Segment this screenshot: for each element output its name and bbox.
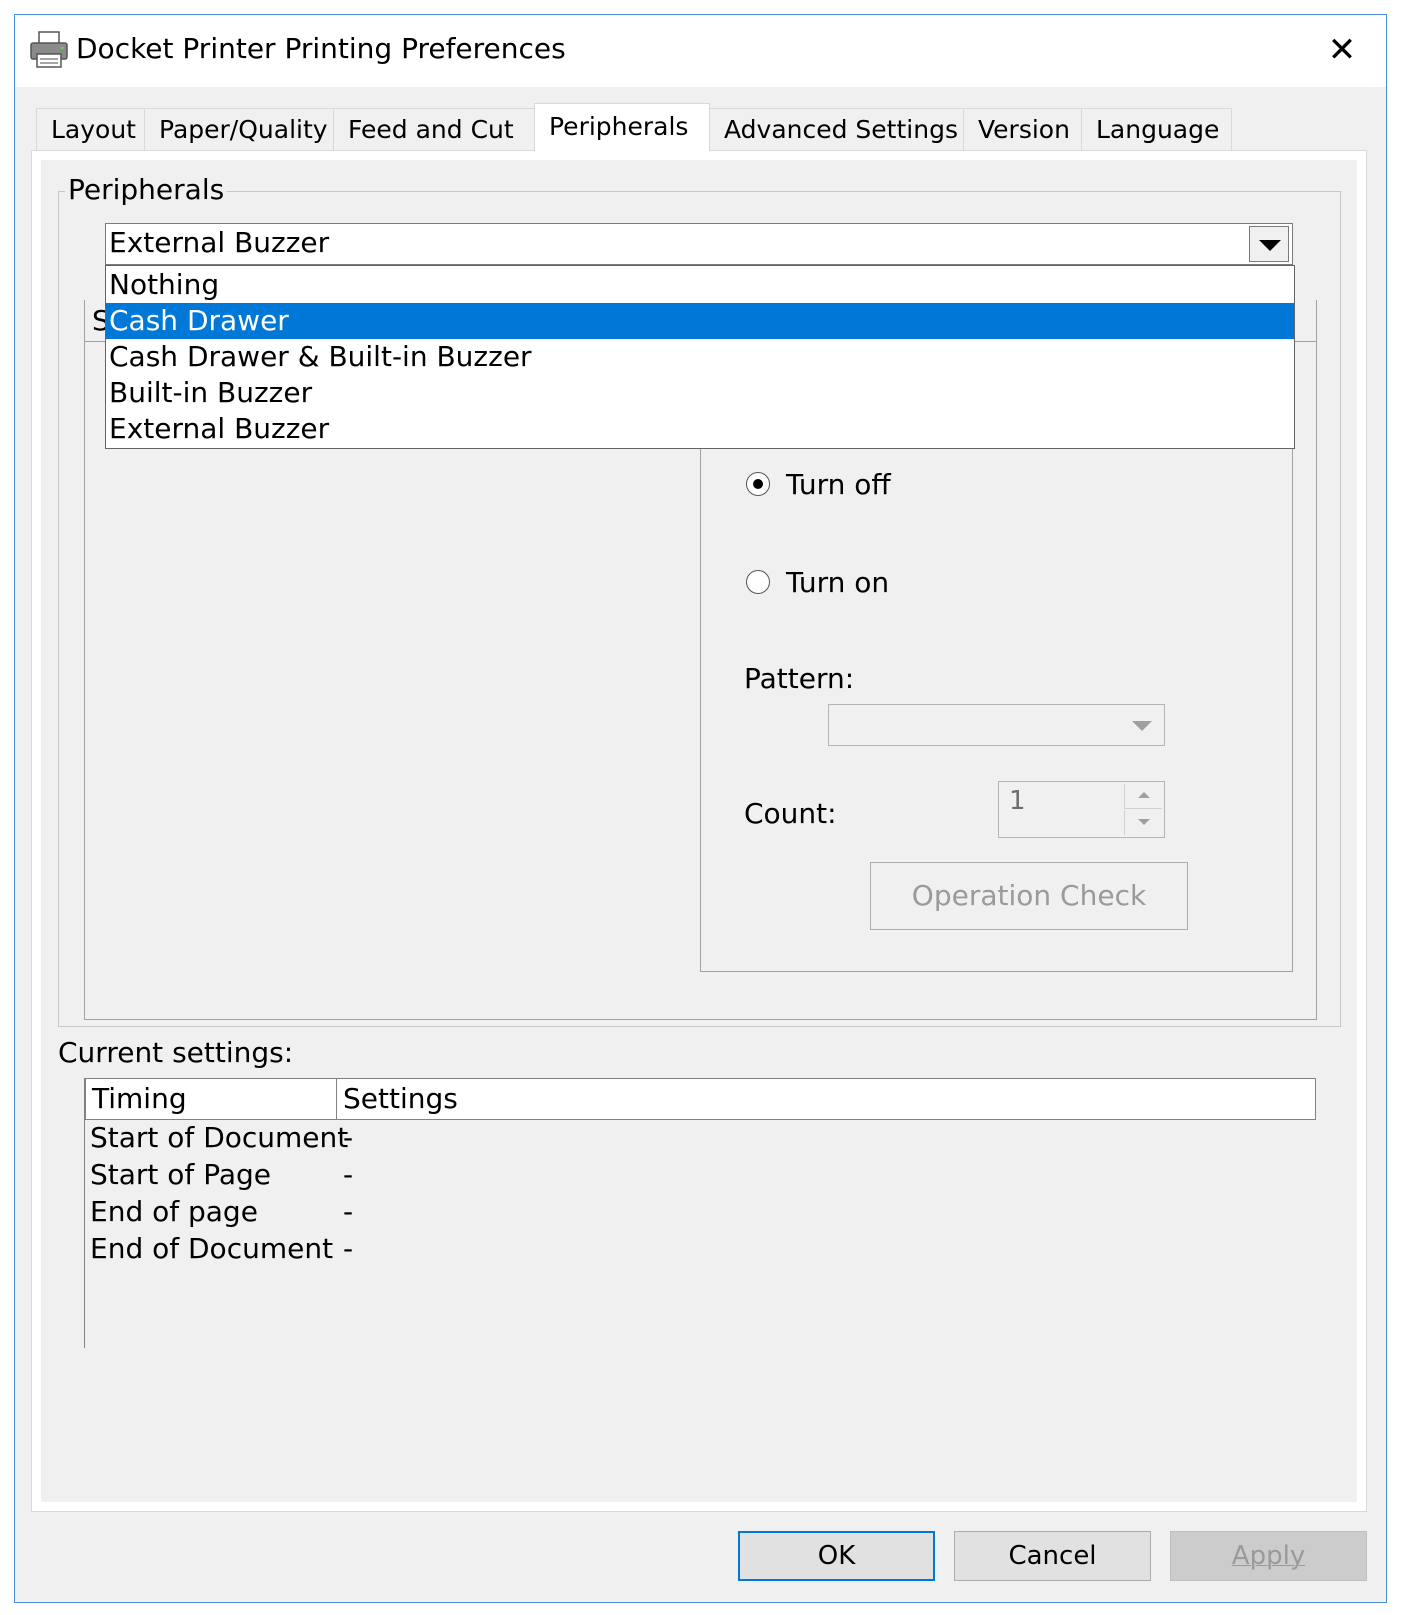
option-external-buzzer[interactable]: External Buzzer (106, 411, 1294, 447)
turn-on-label[interactable]: Turn on (786, 566, 889, 599)
column-header-timing[interactable]: Timing (92, 1082, 187, 1115)
tab-advanced-settings[interactable]: Advanced Settings (709, 108, 964, 150)
chevron-down-icon (1132, 721, 1152, 731)
pattern-select[interactable] (828, 704, 1165, 746)
peripheral-device-dropdown-button[interactable] (1249, 226, 1289, 262)
turn-off-radio[interactable] (746, 472, 770, 496)
apply-button[interactable]: Apply (1170, 1531, 1367, 1581)
table-row-timing: Start of Page (90, 1158, 271, 1191)
table-row-setting: - (343, 1121, 354, 1154)
tab-paper-quality[interactable]: Paper/Quality (144, 108, 334, 150)
peripheral-device-options-list: Nothing Cash Drawer Cash Drawer & Built-… (105, 265, 1295, 449)
column-divider[interactable] (336, 1079, 337, 1119)
table-row-timing: Start of Document (90, 1121, 349, 1154)
count-value[interactable]: 1 (1009, 786, 1026, 816)
table-row-setting: - (343, 1158, 354, 1191)
column-header-settings[interactable]: Settings (343, 1082, 458, 1115)
cancel-button[interactable]: Cancel (954, 1531, 1151, 1581)
turn-on-radio[interactable] (746, 570, 770, 594)
window-title: Docket Printer Printing Preferences (76, 32, 566, 65)
table-header (85, 1078, 1316, 1120)
option-cash-drawer[interactable]: Cash Drawer (106, 303, 1294, 339)
table-row-setting: - (343, 1195, 354, 1228)
tab-layout[interactable]: Layout (36, 108, 145, 150)
tab-version[interactable]: Version (963, 108, 1082, 150)
radio-selected-dot (753, 479, 763, 489)
current-settings-label: Current settings: (58, 1036, 294, 1069)
peripherals-group-label: Peripherals (65, 173, 228, 206)
option-cash-drawer-built-in-buzzer[interactable]: Cash Drawer & Built-in Buzzer (106, 339, 1294, 375)
count-label: Count: (744, 797, 837, 830)
peripheral-device-value[interactable]: External Buzzer (109, 226, 329, 259)
turn-off-label[interactable]: Turn off (786, 468, 891, 501)
arrow-up-icon (1138, 792, 1150, 798)
table-row-timing: End of Document (90, 1232, 334, 1265)
count-increment-button[interactable] (1124, 784, 1162, 809)
arrow-down-icon (1138, 819, 1150, 825)
ok-button[interactable]: OK (738, 1531, 935, 1581)
chevron-down-icon (1259, 240, 1281, 251)
pattern-dropdown-button[interactable] (1124, 707, 1162, 743)
table-row-setting: - (343, 1232, 354, 1265)
table-row-timing: End of page (90, 1195, 258, 1228)
tab-language[interactable]: Language (1081, 108, 1232, 150)
option-built-in-buzzer[interactable]: Built-in Buzzer (106, 375, 1294, 411)
close-icon[interactable]: ✕ (1320, 28, 1364, 72)
tab-peripherals[interactable]: Peripherals (534, 103, 710, 151)
operation-check-button[interactable]: Operation Check (870, 862, 1188, 930)
printer-icon (30, 31, 68, 68)
tab-feed-and-cut[interactable]: Feed and Cut (333, 108, 535, 150)
count-decrement-button[interactable] (1124, 810, 1162, 835)
pattern-label: Pattern: (744, 662, 855, 695)
option-nothing[interactable]: Nothing (106, 267, 1294, 303)
